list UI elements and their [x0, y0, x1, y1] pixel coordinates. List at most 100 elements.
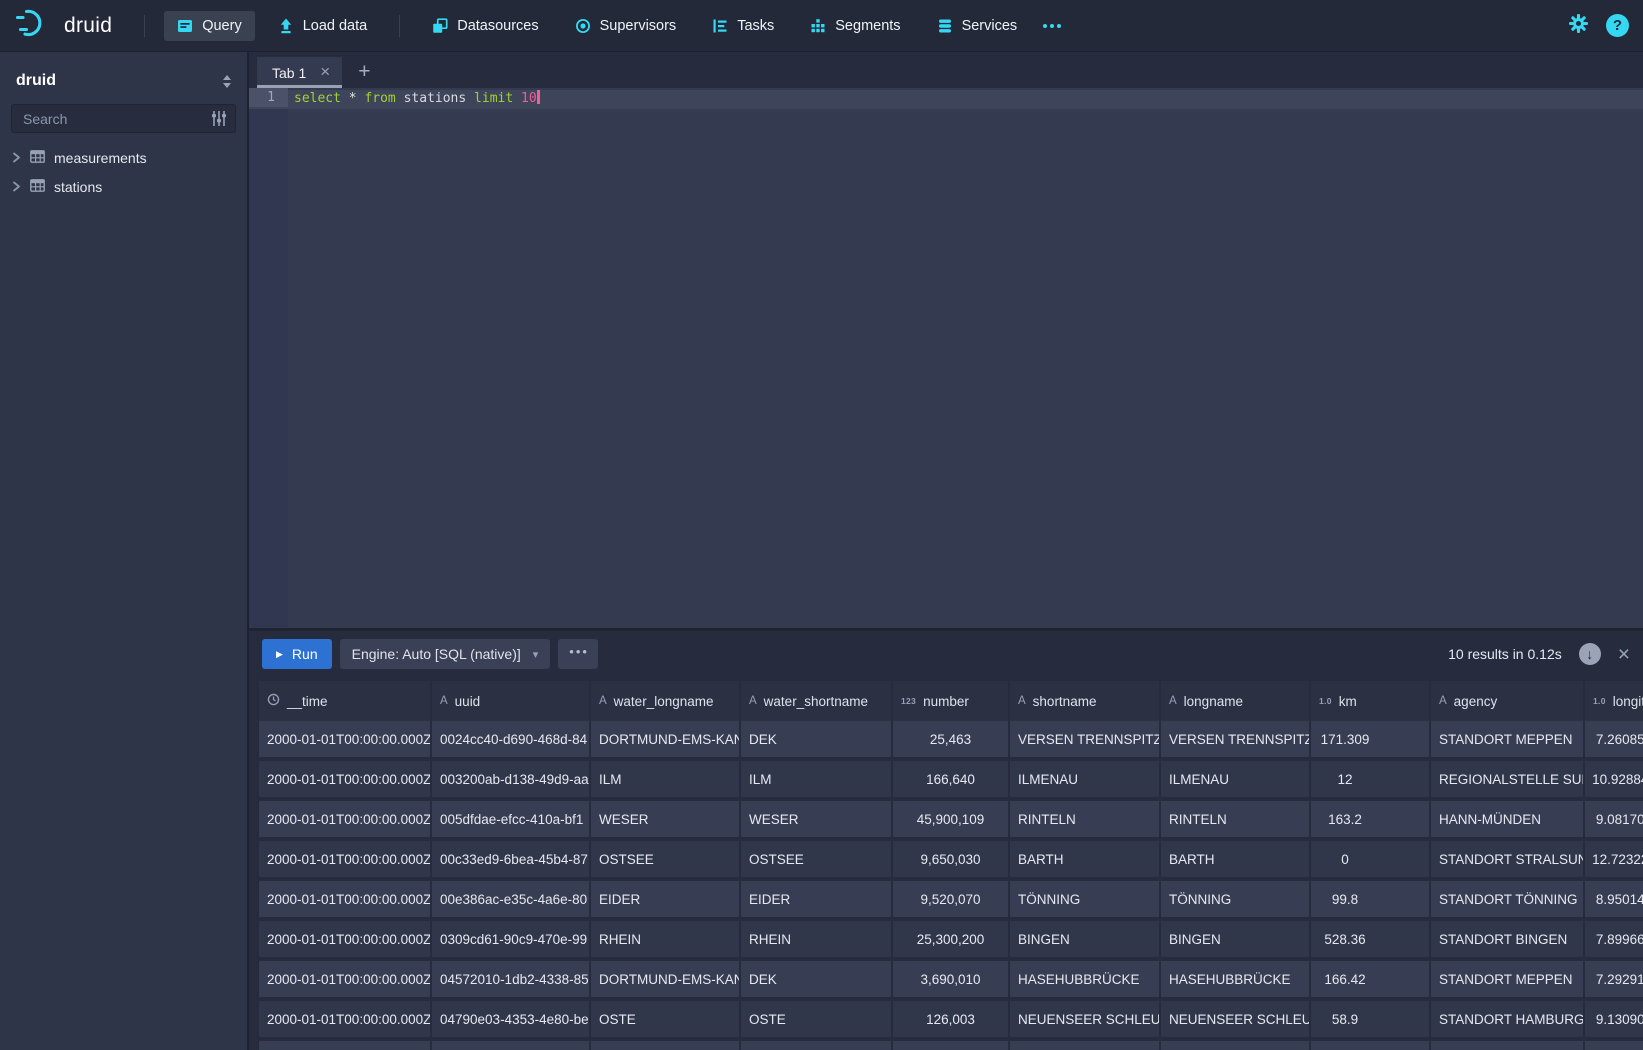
- table-cell[interactable]: VERSEN TRENNSPITZE: [1010, 721, 1161, 761]
- table-cell[interactable]: VERSEN TRENNSPITZE: [1161, 721, 1311, 761]
- nav-item-tasks[interactable]: Tasks: [699, 11, 787, 41]
- column-header-water-shortname[interactable]: Awater_shortname: [741, 681, 893, 721]
- table-cell[interactable]: 0024cc40-d690-468d-84: [432, 721, 591, 761]
- table-cell[interactable]: TÖNNING: [1010, 881, 1161, 921]
- table-cell[interactable]: REGIONALSTELLE SUHL: [1431, 761, 1585, 801]
- column-header--time[interactable]: __time: [259, 681, 432, 721]
- nav-item-supervisors[interactable]: Supervisors: [562, 11, 690, 41]
- table-cell[interactable]: OSTE: [741, 1001, 893, 1041]
- table-cell[interactable]: HASEHUBBRÜCKE: [1161, 961, 1311, 1001]
- table-cell[interactable]: 2000-01-01T00:00:00.000Z: [259, 961, 432, 1001]
- table-cell[interactable]: DEK: [741, 961, 893, 1001]
- table-cell[interactable]: EIDER: [591, 881, 741, 921]
- nav-item-load-data[interactable]: Load data: [265, 11, 381, 41]
- search-input[interactable]: [11, 104, 236, 133]
- table-cell[interactable]: RHEIN: [591, 921, 741, 961]
- table-cell[interactable]: 2000-01-01T00:00:00.000Z: [259, 721, 432, 761]
- table-cell[interactable]: DEK: [741, 721, 893, 761]
- table-cell[interactable]: 7.899667: [1585, 921, 1643, 961]
- table-cell[interactable]: 2000-01-01T00:00:00.000Z: [259, 761, 432, 801]
- table-cell[interactable]: OSTE: [591, 1001, 741, 1041]
- column-header-water-longname[interactable]: Awater_longname: [591, 681, 741, 721]
- column-header-uuid[interactable]: Auuid: [432, 681, 591, 721]
- table-cell[interactable]: TÖNNING: [1161, 881, 1311, 921]
- nav-item-segments[interactable]: Segments: [797, 11, 913, 41]
- navbar-more-button[interactable]: [1043, 24, 1061, 28]
- table-cell[interactable]: 04572010-1db2-4338-85: [432, 961, 591, 1001]
- filter-sliders-icon[interactable]: [211, 111, 227, 131]
- table-cell[interactable]: ILM: [591, 761, 741, 801]
- table-cell[interactable]: ILMENAU: [1010, 761, 1161, 801]
- table-cell[interactable]: 25,463: [893, 721, 1010, 761]
- schema-selector[interactable]: druid: [0, 52, 247, 102]
- table-cell[interactable]: 528.36: [1311, 921, 1431, 961]
- table-cell[interactable]: RHEIN: [741, 921, 893, 961]
- column-header-longname[interactable]: Alongname: [1161, 681, 1311, 721]
- table-cell[interactable]: RINTELN: [1010, 801, 1161, 841]
- table-cell[interactable]: DORTMUND-EMS-KANAL: [591, 721, 741, 761]
- table-cell[interactable]: 0: [1311, 841, 1431, 881]
- table-cell[interactable]: BINGEN: [1161, 921, 1311, 961]
- nav-item-services[interactable]: Services: [924, 11, 1031, 41]
- table-cell[interactable]: 04790e03-4353-4e80-be: [432, 1001, 591, 1041]
- table-cell[interactable]: 10.928842: [1585, 761, 1643, 801]
- sidebar-table-stations[interactable]: stations: [0, 172, 247, 201]
- table-cell[interactable]: STANDORT STRALSUND: [1431, 841, 1585, 881]
- settings-gear-icon[interactable]: [1569, 14, 1588, 38]
- chevron-right-icon[interactable]: [12, 150, 21, 166]
- table-cell[interactable]: STANDORT MEPPEN: [1431, 721, 1585, 761]
- table-cell[interactable]: 9,520,070: [893, 881, 1010, 921]
- query-tab-1[interactable]: Tab 1 ×: [257, 57, 342, 88]
- table-cell[interactable]: WESER: [591, 801, 741, 841]
- column-header-shortname[interactable]: Ashortname: [1010, 681, 1161, 721]
- table-cell[interactable]: NEUENSEER SCHLEUSEN: [1010, 1001, 1161, 1041]
- column-header-km[interactable]: 1.0km: [1311, 681, 1431, 721]
- table-cell[interactable]: DORTMUND-EMS-KANAL: [591, 961, 741, 1001]
- table-cell[interactable]: BARTH: [1010, 841, 1161, 881]
- chevron-right-icon[interactable]: [12, 179, 21, 195]
- add-tab-button[interactable]: +: [358, 60, 370, 84]
- table-cell[interactable]: 00c33ed9-6bea-45b4-87: [432, 841, 591, 881]
- sql-editor[interactable]: 1 select * from stations limit 10: [249, 88, 1643, 628]
- table-cell[interactable]: 12: [1311, 761, 1431, 801]
- table-cell[interactable]: 9.130902: [1585, 1001, 1643, 1041]
- engine-select-button[interactable]: Engine: Auto [SQL (native)] ▾: [340, 639, 551, 669]
- sidebar-table-measurements[interactable]: measurements: [0, 143, 247, 172]
- table-cell[interactable]: EIDER: [741, 881, 893, 921]
- table-cell[interactable]: NEUENSEER SCHLEUSEN: [1161, 1001, 1311, 1041]
- table-cell[interactable]: 45,900,109: [893, 801, 1010, 841]
- table-cell[interactable]: 8.950149: [1585, 881, 1643, 921]
- table-cell[interactable]: OSTSEE: [741, 841, 893, 881]
- table-cell[interactable]: 005dfdae-efcc-410a-bf1: [432, 801, 591, 841]
- table-cell[interactable]: 25,300,200: [893, 921, 1010, 961]
- table-cell[interactable]: BINGEN: [1010, 921, 1161, 961]
- nav-item-query[interactable]: Query: [164, 11, 255, 41]
- table-cell[interactable]: WESER: [741, 801, 893, 841]
- table-cell[interactable]: 9.081704: [1585, 801, 1643, 841]
- run-more-button[interactable]: •••: [558, 639, 598, 669]
- table-cell[interactable]: 58.9: [1311, 1001, 1431, 1041]
- table-cell[interactable]: STANDORT MEPPEN: [1431, 961, 1585, 1001]
- table-cell[interactable]: 2000-01-01T00:00:00.000Z: [259, 921, 432, 961]
- table-cell[interactable]: HANN-MÜNDEN: [1431, 801, 1585, 841]
- table-cell[interactable]: ILMENAU: [1161, 761, 1311, 801]
- table-cell[interactable]: STANDORT BINGEN: [1431, 921, 1585, 961]
- table-cell[interactable]: 7.260856: [1585, 721, 1643, 761]
- table-cell[interactable]: 2000-01-01T00:00:00.000Z: [259, 1001, 432, 1041]
- help-icon[interactable]: ?: [1606, 14, 1629, 37]
- table-cell[interactable]: 126,003: [893, 1001, 1010, 1041]
- table-cell[interactable]: 3,690,010: [893, 961, 1010, 1001]
- table-cell[interactable]: 9,650,030: [893, 841, 1010, 881]
- table-cell[interactable]: STANDORT HAMBURG: [1431, 1001, 1585, 1041]
- table-cell[interactable]: 00e386ac-e35c-4a6e-80: [432, 881, 591, 921]
- close-results-icon[interactable]: ×: [1618, 644, 1630, 665]
- table-cell[interactable]: 2000-01-01T00:00:00.000Z: [259, 881, 432, 921]
- table-cell[interactable]: 166.42: [1311, 961, 1431, 1001]
- table-cell[interactable]: OSTSEE: [591, 841, 741, 881]
- table-cell[interactable]: 171.309: [1311, 721, 1431, 761]
- table-cell[interactable]: 163.2: [1311, 801, 1431, 841]
- run-button[interactable]: ▶ Run: [262, 639, 332, 669]
- table-cell[interactable]: 0309cd61-90c9-470e-99: [432, 921, 591, 961]
- table-cell[interactable]: 003200ab-d138-49d9-aa: [432, 761, 591, 801]
- table-cell[interactable]: STANDORT TÖNNING: [1431, 881, 1585, 921]
